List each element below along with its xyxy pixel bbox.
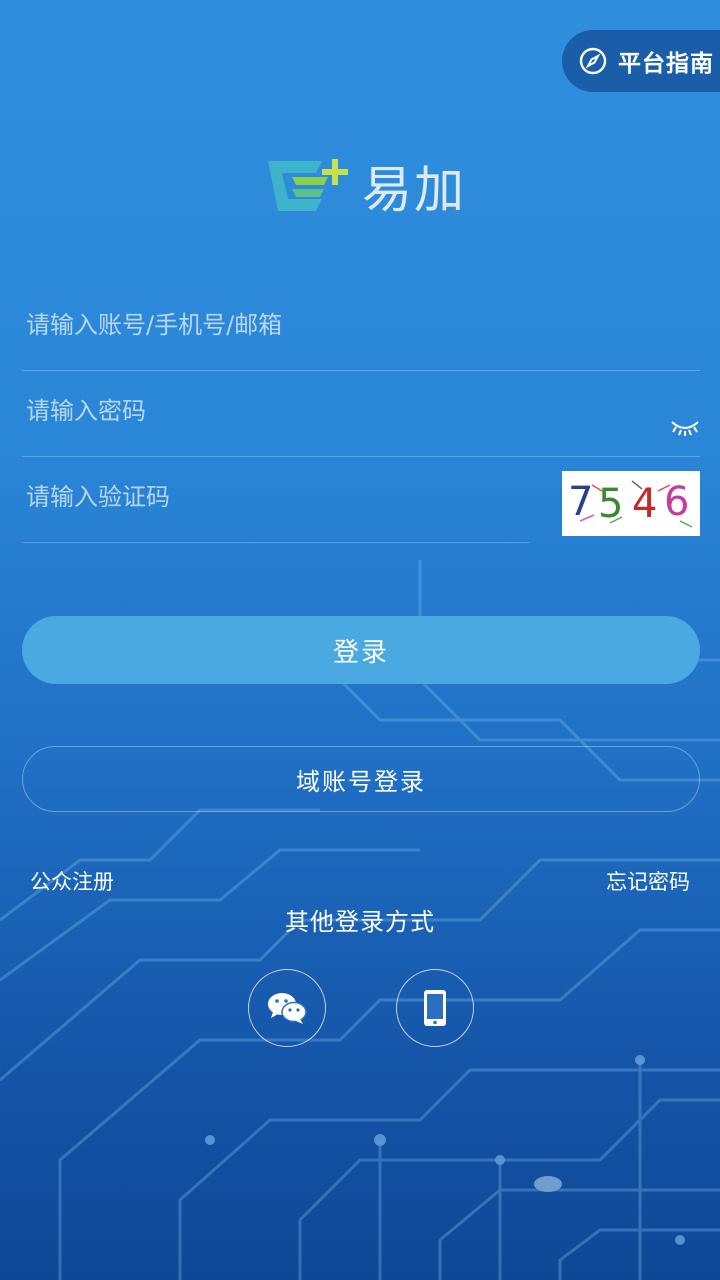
captcha-input[interactable] <box>24 474 628 520</box>
other-login-title: 其他登录方式 <box>285 908 435 936</box>
platform-guide-label: 平台指南 <box>618 51 714 77</box>
captcha-image[interactable]: 7 5 4 6 <box>562 471 700 536</box>
register-link[interactable]: 公众注册 <box>30 866 114 896</box>
captcha-digit: 7 <box>568 479 593 525</box>
captcha-field <box>22 456 628 543</box>
compass-icon <box>579 47 607 75</box>
app-name: 易加 <box>362 161 466 219</box>
phone-login-button[interactable] <box>396 969 474 1047</box>
password-input[interactable] <box>24 388 628 434</box>
phone-icon <box>424 990 446 1026</box>
forgot-password-link[interactable]: 忘记密码 <box>606 866 690 896</box>
wechat-login-button[interactable] <box>248 969 326 1047</box>
app-logo: 易加 <box>258 150 466 222</box>
wechat-icon <box>268 993 307 1024</box>
logo-mark-icon <box>268 159 348 211</box>
captcha-digit: 6 <box>664 479 689 525</box>
domain-login-button[interactable]: 域账号登录 <box>22 746 700 812</box>
password-field <box>22 370 700 457</box>
captcha-digit: 5 <box>598 481 623 527</box>
login-button[interactable]: 登录 <box>22 616 700 684</box>
account-input[interactable] <box>24 302 628 348</box>
account-field <box>22 284 700 371</box>
eye-closed-icon[interactable] <box>670 416 700 438</box>
captcha-digit: 4 <box>632 481 657 527</box>
platform-guide-button[interactable]: 平台指南 <box>562 30 720 92</box>
